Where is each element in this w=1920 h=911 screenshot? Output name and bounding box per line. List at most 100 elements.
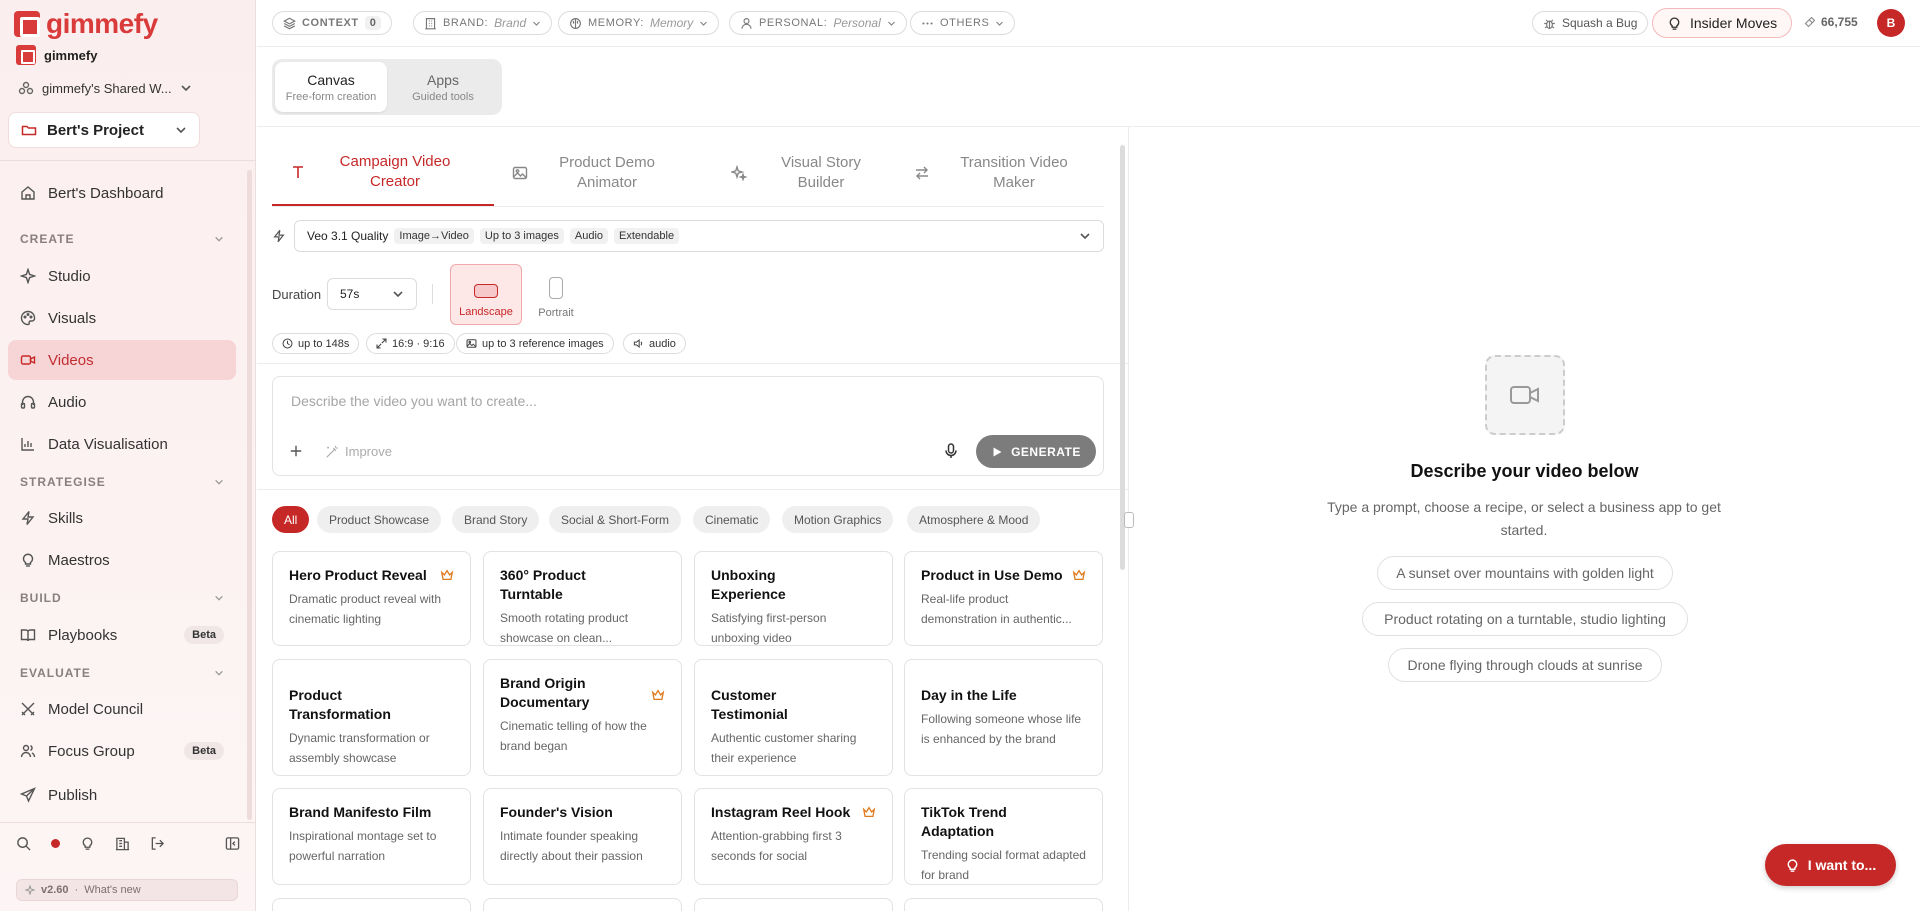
logo-icon	[14, 11, 40, 37]
user-avatar[interactable]: B	[1877, 9, 1905, 37]
context-pill[interactable]: CONTEXT 0	[272, 11, 392, 35]
whats-new-link[interactable]: What's new	[84, 884, 141, 896]
recipe-card[interactable]: Instagram Reel Hook Attention-grabbing f…	[694, 788, 893, 885]
suggestion-chip[interactable]: Drone flying through clouds at sunrise	[1388, 648, 1662, 682]
filter-atmosphere-mood[interactable]: Atmosphere & Mood	[907, 506, 1041, 533]
sidebar-item-audio[interactable]: Audio	[8, 382, 236, 422]
recipe-card[interactable]: TikTok Trend Adaptation Trending social …	[904, 788, 1103, 885]
credits-counter[interactable]: 66,755	[1804, 15, 1858, 29]
filter-cinematic[interactable]: Cinematic	[693, 506, 771, 533]
sidebar-item-videos[interactable]: Videos	[8, 340, 236, 380]
sidebar-item-playbooks[interactable]: Playbooks Beta	[8, 615, 236, 655]
microphone-icon[interactable]	[944, 443, 958, 459]
recipe-card[interactable]: Product in Use Demo Real-life product de…	[904, 551, 1103, 646]
recipe-card[interactable]	[904, 898, 1103, 911]
recipe-card[interactable]: Product Transformation Dynamic transform…	[272, 659, 471, 776]
mode-apps-button[interactable]: Apps Guided tools	[387, 62, 499, 112]
recipe-card[interactable]: Day in the Life Following someone whose …	[904, 659, 1103, 776]
version-info[interactable]: v2.60 · What's new	[16, 879, 238, 901]
project-selector[interactable]: Bert's Project	[8, 112, 200, 148]
sidebar-item-label: Focus Group	[48, 742, 135, 760]
mode-toggle: Canvas Free-form creation Apps Guided to…	[272, 59, 502, 115]
chevron-down-icon	[393, 291, 403, 298]
workspace-icon	[18, 81, 34, 95]
record-icon[interactable]	[51, 839, 60, 848]
project-name: Bert's Project	[47, 121, 144, 139]
mode-canvas-button[interactable]: Canvas Free-form creation	[275, 62, 387, 112]
section-header-build[interactable]: BUILD	[20, 591, 224, 605]
sidebar-item-focus-group[interactable]: Focus Group Beta	[8, 731, 236, 771]
brand-pill[interactable]: BRAND: Brand	[413, 11, 553, 35]
building-icon[interactable]	[115, 836, 130, 851]
recipe-description: Authentic customer sharing their experie…	[711, 731, 857, 765]
filter-brand-story[interactable]: Brand Story	[452, 506, 540, 533]
recipe-card[interactable]: Brand Manifesto Film Inspirational monta…	[272, 788, 471, 885]
section-header-strategise[interactable]: STRATEGISE	[20, 475, 224, 489]
crown-icon	[862, 806, 876, 818]
orientation-label: Portrait	[538, 307, 574, 319]
sidebar-item-publish[interactable]: Publish	[8, 775, 236, 815]
recipe-card[interactable]	[272, 898, 471, 911]
brand-logo[interactable]: gimmefy	[14, 10, 158, 38]
search-icon[interactable]	[16, 836, 31, 851]
sidebar-scrollbar[interactable]	[247, 170, 252, 820]
recipe-card[interactable]: Customer Testimonial Authentic customer …	[694, 659, 893, 776]
sidebar-item-dashboard[interactable]: Bert's Dashboard	[8, 173, 236, 213]
recipe-card[interactable]	[694, 898, 893, 911]
beta-badge: Beta	[184, 626, 224, 644]
plus-icon[interactable]	[289, 444, 303, 458]
recipe-card[interactable]: Brand Origin Documentary Cinematic telli…	[483, 659, 682, 776]
insider-moves-button[interactable]: Insider Moves	[1652, 8, 1793, 38]
i-want-to-button[interactable]: I want to...	[1765, 844, 1896, 886]
workspace-switcher[interactable]: gimmefy's Shared W...	[18, 80, 238, 96]
empty-state-subtitle: Type a prompt, choose a recipe, or selec…	[1327, 499, 1721, 538]
home-icon	[21, 186, 35, 200]
memory-pill[interactable]: MEMORY: Memory	[558, 11, 720, 35]
sidebar-item-model-council[interactable]: Model Council	[8, 689, 236, 729]
personal-pill[interactable]: PERSONAL: Personal	[729, 11, 907, 35]
sidebar-item-visuals[interactable]: Visuals	[8, 298, 236, 338]
tab-transition-video-maker[interactable]: Transition Video Maker	[896, 140, 1106, 206]
others-pill[interactable]: OTHERS	[910, 11, 1016, 35]
prompt-input[interactable]: Describe the video you want to create...	[291, 393, 537, 409]
recipe-card[interactable]: Hero Product Reveal Dramatic product rev…	[272, 551, 471, 646]
section-header-evaluate[interactable]: EVALUATE	[20, 666, 224, 680]
filter-all[interactable]: All	[272, 506, 310, 533]
collapse-sidebar-icon[interactable]	[225, 836, 240, 851]
model-select[interactable]: Veo 3.1 Quality Image→Video Up to 3 imag…	[294, 220, 1104, 252]
filter-product-showcase[interactable]: Product Showcase	[317, 506, 442, 533]
orientation-portrait-button[interactable]: Portrait	[520, 264, 592, 325]
recipe-title: Unboxing Experience	[711, 567, 786, 602]
palette-icon	[20, 310, 36, 326]
squash-bug-button[interactable]: Squash a Bug	[1532, 11, 1649, 35]
suggestion-chip[interactable]: A sunset over mountains with golden ligh…	[1377, 556, 1673, 590]
recipe-card[interactable]: Founder's Vision Intimate founder speaki…	[483, 788, 682, 885]
filter-social-short-form[interactable]: Social & Short-Form	[549, 506, 682, 533]
duration-select[interactable]: 57s	[327, 278, 417, 310]
sidebar-item-maestros[interactable]: Maestros	[8, 540, 236, 580]
sidebar-item-skills[interactable]: Skills	[8, 498, 236, 538]
section-header-create[interactable]: CREATE	[20, 232, 224, 246]
i-want-to-label: I want to...	[1807, 857, 1877, 873]
recipe-card[interactable]: 360° Product Turntable Smooth rotating p…	[483, 551, 682, 646]
filter-motion-graphics[interactable]: Motion Graphics	[782, 506, 894, 533]
generate-button[interactable]: GENERATE	[976, 435, 1096, 468]
tab-campaign-video-creator[interactable]: Campaign Video Creator	[272, 140, 494, 206]
recipe-card[interactable]: Unboxing Experience Satisfying first-per…	[694, 551, 893, 646]
logout-icon[interactable]	[150, 836, 165, 851]
org-switcher[interactable]: gimmefy	[16, 45, 97, 65]
recipe-card[interactable]	[483, 898, 682, 911]
suggestion-chip[interactable]: Product rotating on a turntable, studio …	[1362, 602, 1688, 636]
sidebar-item-label: Audio	[48, 393, 87, 411]
chip-label: up to 148s	[298, 337, 350, 350]
sidebar-item-data-visualisation[interactable]: Data Visualisation	[8, 424, 236, 464]
orientation-landscape-button[interactable]: Landscape	[450, 264, 522, 325]
improve-button[interactable]: Improve	[325, 444, 392, 459]
tab-visual-story-builder[interactable]: Visual Story Builder	[713, 140, 913, 206]
sidebar-item-studio[interactable]: Studio	[8, 256, 236, 296]
content-scrollbar[interactable]	[1120, 145, 1125, 570]
chevron-down-icon	[533, 21, 541, 26]
lightbulb-icon[interactable]	[80, 836, 95, 851]
tab-product-demo-animator[interactable]: Product Demo Animator	[494, 140, 694, 206]
personal-label: PERSONAL:	[759, 17, 828, 29]
